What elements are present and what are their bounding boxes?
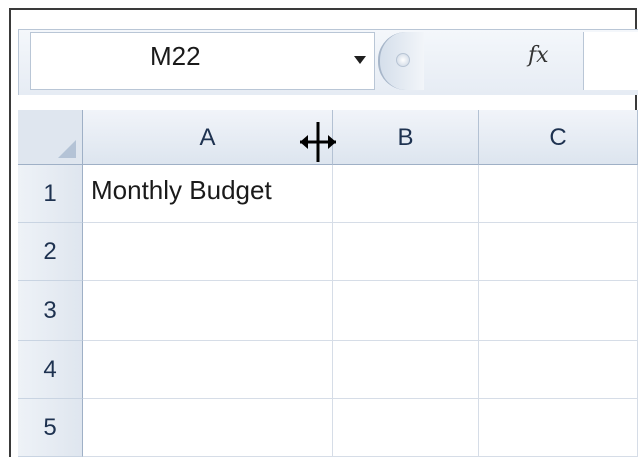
- chevron-down-icon[interactable]: [354, 56, 366, 64]
- cell-a2[interactable]: [83, 223, 333, 281]
- column-header-a[interactable]: A: [83, 110, 333, 165]
- fx-label: fx: [528, 43, 549, 68]
- formula-input[interactable]: [583, 32, 638, 90]
- row-header-1[interactable]: 1: [18, 165, 83, 223]
- row-header-2[interactable]: 2: [18, 223, 83, 281]
- column-resize-cursor-icon: [300, 122, 336, 162]
- cell-b2[interactable]: [333, 223, 479, 281]
- column-header-b[interactable]: B: [333, 110, 479, 165]
- cell-a4[interactable]: [83, 341, 333, 399]
- column-header-c[interactable]: C: [479, 110, 638, 165]
- cell-b3[interactable]: [333, 281, 479, 341]
- name-box[interactable]: [30, 32, 375, 90]
- row-header-5[interactable]: 5: [18, 399, 83, 457]
- cell-c2[interactable]: [479, 223, 638, 281]
- cell-c4[interactable]: [479, 341, 638, 399]
- select-all-triangle-icon: [58, 140, 76, 158]
- cell-b5[interactable]: [333, 399, 479, 457]
- row-header-3[interactable]: 3: [18, 281, 83, 341]
- cell-a1-value: Monthly Budget: [91, 175, 272, 205]
- splitter-handle-icon[interactable]: [396, 53, 410, 67]
- cell-b4[interactable]: [333, 341, 479, 399]
- cell-b1[interactable]: [333, 165, 479, 223]
- cell-a3[interactable]: [83, 281, 333, 341]
- select-all-button[interactable]: [18, 110, 83, 165]
- cell-a1[interactable]: Monthly Budget: [83, 165, 333, 223]
- cell-c3[interactable]: [479, 281, 638, 341]
- name-box-value: M22: [150, 41, 201, 71]
- row-header-4[interactable]: 4: [18, 341, 83, 399]
- cell-c5[interactable]: [479, 399, 638, 457]
- cell-c1[interactable]: [479, 165, 638, 223]
- insert-function-button[interactable]: fx: [528, 43, 549, 68]
- cell-a5[interactable]: [83, 399, 333, 457]
